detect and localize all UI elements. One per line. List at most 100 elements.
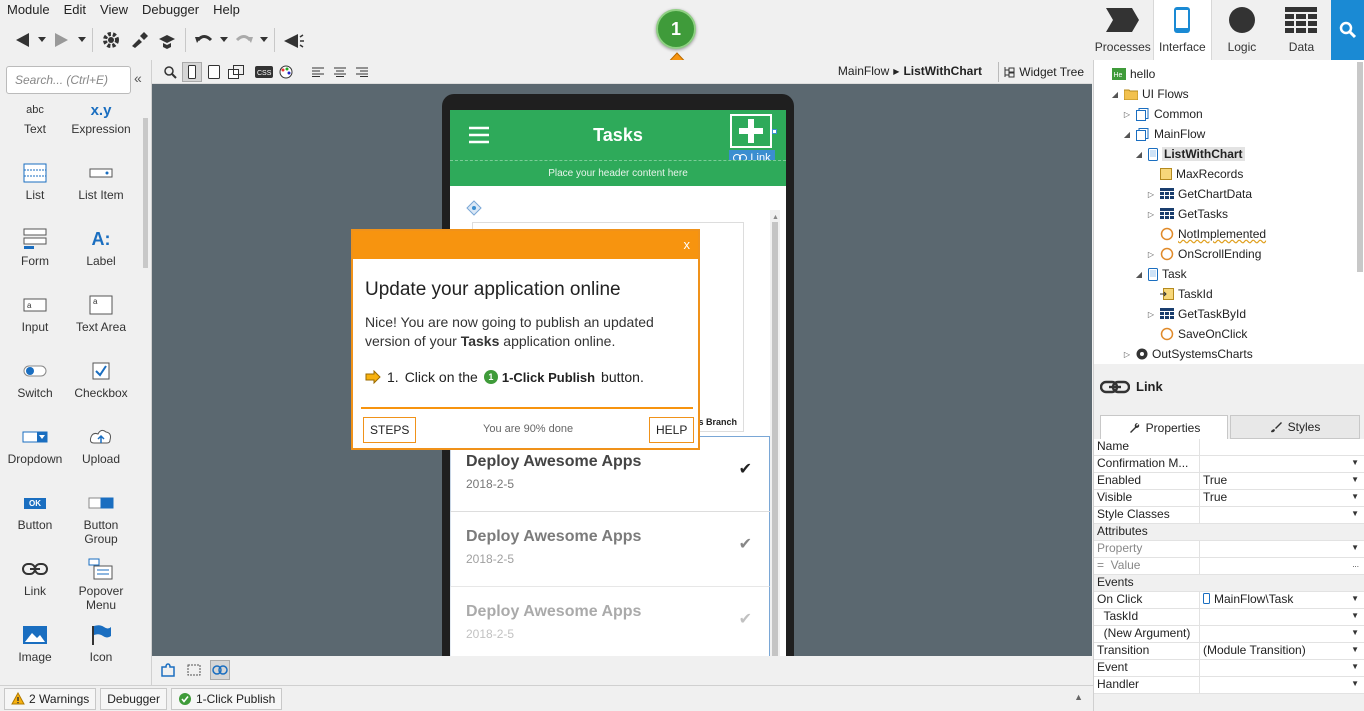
property-row[interactable]: Confirmation M... ▼ xyxy=(1094,456,1364,473)
palette-item-dropdown[interactable]: Dropdown xyxy=(2,422,68,466)
debugger-tab[interactable]: Debugger xyxy=(100,687,167,710)
expand-node-icon[interactable]: ▷ xyxy=(1122,110,1132,119)
dropdown-arrow-icon[interactable]: ▼ xyxy=(1351,679,1359,688)
forward-button[interactable] xyxy=(48,26,76,54)
property-row[interactable]: (New Argument) ▼ xyxy=(1094,626,1364,643)
rotate-view-button[interactable] xyxy=(226,62,246,82)
dropdown-arrow-icon[interactable]: ▼ xyxy=(1351,628,1359,637)
tree-node-gettaskbyid[interactable]: ▷ GetTaskById xyxy=(1146,304,1246,324)
preview-scrollbar[interactable] xyxy=(770,210,780,656)
palette-item-upload[interactable]: Upload xyxy=(68,422,134,466)
publish-tab[interactable]: 1-Click Publish xyxy=(170,687,283,710)
tablet-view-button[interactable] xyxy=(204,62,224,82)
task-list-item[interactable]: Deploy Awesome Apps 2018-2-5 ✔ xyxy=(450,512,770,587)
property-value[interactable]: True ▼ xyxy=(1200,490,1364,506)
property-row[interactable]: Name xyxy=(1094,439,1364,456)
align-right-button[interactable] xyxy=(352,62,372,82)
tree-node-getchartdata[interactable]: ▷ GetChartData xyxy=(1146,184,1252,204)
header-placeholder[interactable]: Place your header content here xyxy=(450,160,786,186)
breadcrumb-screen[interactable]: ListWithChart xyxy=(903,64,982,78)
expand-node-icon[interactable]: ▷ xyxy=(1122,350,1132,359)
property-row[interactable]: Style Classes ▼ xyxy=(1094,507,1364,524)
tree-node-ui-flows[interactable]: ◢ UI Flows xyxy=(1110,84,1189,104)
property-row[interactable]: On Click MainFlow\Task ▼ xyxy=(1094,592,1364,609)
collapse-node-icon[interactable]: ◢ xyxy=(1134,150,1144,159)
tab-data[interactable]: Data xyxy=(1272,0,1332,60)
property-value[interactable]: ▼ xyxy=(1200,456,1364,472)
align-left-button[interactable] xyxy=(308,62,328,82)
breadcrumb-flow[interactable]: MainFlow xyxy=(838,64,889,78)
palette-item-icon[interactable]: Icon xyxy=(68,620,134,664)
undo-button[interactable] xyxy=(190,26,218,54)
collapse-node-icon[interactable]: ◢ xyxy=(1134,270,1144,279)
property-row[interactable]: Enabled True ▼ xyxy=(1094,473,1364,490)
css-button[interactable]: CSS xyxy=(254,62,274,82)
palette-item-list[interactable]: List xyxy=(2,158,68,202)
collapse-node-icon[interactable]: ◢ xyxy=(1122,130,1132,139)
redo-button[interactable] xyxy=(230,26,258,54)
dropdown-arrow-icon[interactable]: ▼ xyxy=(1351,662,1359,671)
palette-scrollbar[interactable] xyxy=(143,118,148,268)
palette-item-expression[interactable]: x.y Expression xyxy=(68,98,134,137)
dependencies-button[interactable] xyxy=(153,26,181,54)
tutorial-help-button[interactable]: HELP xyxy=(649,417,695,443)
dropdown-arrow-icon[interactable]: ▼ xyxy=(1351,645,1359,654)
widget-tree-button[interactable]: Widget Tree xyxy=(998,62,1088,82)
task-list[interactable]: Deploy Awesome Apps 2018-2-5 ✔ Deploy Aw… xyxy=(450,436,770,656)
menu-view[interactable]: View xyxy=(93,0,135,20)
property-row[interactable]: Event ▼ xyxy=(1094,660,1364,677)
property-row[interactable]: Property ▼ xyxy=(1094,541,1364,558)
tree-node-taskid[interactable]: TaskId xyxy=(1146,284,1213,304)
palette-item-button-group[interactable]: Button Group xyxy=(68,488,134,546)
redo-dropdown[interactable] xyxy=(258,26,270,54)
back-dropdown[interactable] xyxy=(36,26,48,54)
scroll-up-icon[interactable]: ▲ xyxy=(772,214,779,221)
checkmark-icon[interactable]: ✔ xyxy=(739,609,752,629)
expand-node-icon[interactable]: ▷ xyxy=(1146,310,1156,319)
property-value[interactable]: ▼ xyxy=(1200,626,1364,642)
tab-properties[interactable]: Properties xyxy=(1100,415,1228,439)
palette-item-image[interactable]: Image xyxy=(2,620,68,664)
tutorial-steps-button[interactable]: STEPS xyxy=(363,417,417,443)
property-value[interactable]: ... xyxy=(1200,558,1364,574)
dropdown-arrow-icon[interactable]: ▼ xyxy=(1351,509,1359,518)
undo-dropdown[interactable] xyxy=(218,26,230,54)
add-task-link[interactable] xyxy=(730,114,772,148)
checkmark-icon[interactable]: ✔ xyxy=(739,534,752,554)
tree-node-hello[interactable]: He hello xyxy=(1098,64,1155,84)
dropdown-arrow-icon[interactable]: ▼ xyxy=(1351,475,1359,484)
palette-search-input[interactable]: Search... (Ctrl+E) xyxy=(6,66,131,94)
puzzle-view-button[interactable] xyxy=(158,660,178,680)
property-row[interactable]: Handler ▼ xyxy=(1094,677,1364,694)
collapse-node-icon[interactable]: ◢ xyxy=(1110,90,1120,99)
more-options-icon[interactable]: ... xyxy=(1352,560,1359,569)
palette-item-text-area[interactable]: a Text Area xyxy=(68,290,134,334)
property-row[interactable]: TaskId ▼ xyxy=(1094,609,1364,626)
settings-button[interactable] xyxy=(97,26,125,54)
expand-node-icon[interactable]: ▷ xyxy=(1146,190,1156,199)
palette-item-checkbox[interactable]: Checkbox xyxy=(68,356,134,400)
task-list-item[interactable]: Deploy Awesome Apps 2018-2-5 ✔ xyxy=(450,587,770,656)
dropdown-arrow-icon[interactable]: ▼ xyxy=(1351,458,1359,467)
align-center-button[interactable] xyxy=(330,62,350,82)
select-area-button[interactable] xyxy=(184,660,204,680)
menu-help[interactable]: Help xyxy=(206,0,247,20)
palette-item-list-item[interactable]: List Item xyxy=(68,158,134,202)
property-row[interactable]: = Value... xyxy=(1094,558,1364,575)
tree-node-maxrecords[interactable]: MaxRecords xyxy=(1146,164,1243,184)
property-value[interactable]: ▼ xyxy=(1200,609,1364,625)
property-row[interactable]: Visible True ▼ xyxy=(1094,490,1364,507)
palette-item-button[interactable]: OK Button xyxy=(2,488,68,532)
palette-item-text[interactable]: abc Text xyxy=(2,98,68,136)
tree-scrollbar[interactable] xyxy=(1357,62,1363,272)
preview-options-button[interactable] xyxy=(160,62,180,82)
resize-handle[interactable] xyxy=(772,129,777,134)
palette-item-form[interactable]: Form xyxy=(2,224,68,268)
close-tutorial-button[interactable]: x xyxy=(684,237,691,252)
tab-interface[interactable]: Interface xyxy=(1152,0,1213,60)
announce-button[interactable] xyxy=(279,26,307,54)
palette-item-label[interactable]: A: Label xyxy=(68,224,134,269)
property-value[interactable]: True ▼ xyxy=(1200,473,1364,489)
tree-node-onscrollending[interactable]: ▷ OnScrollEnding xyxy=(1146,244,1261,264)
property-value[interactable] xyxy=(1200,439,1364,455)
